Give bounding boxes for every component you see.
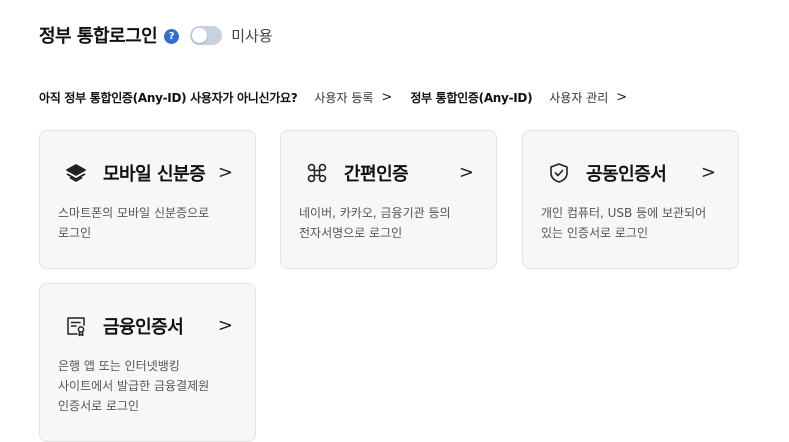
chevron-right-icon: >	[616, 89, 628, 105]
card-description: 은행 앱 또는 인터넷뱅킹 사이트에서 발급한 금융결제원 인증서로 로그인	[58, 359, 210, 413]
page-title: 정부 통합로그인	[39, 26, 158, 47]
simple-auth-card[interactable]: 간편인증 > 네이버, 카카오, 금융기관 등의 전자서명으로 로그인	[280, 130, 497, 269]
financial-certificate-card[interactable]: 금융인증서 > 은행 앱 또는 인터넷뱅킹 사이트에서 발급한 금융결제원 인증…	[39, 283, 256, 442]
card-description: 스마트폰의 모바일 신분증으로 로그인	[58, 206, 210, 240]
chevron-right-icon: >	[381, 89, 393, 105]
chevron-right-icon: >	[458, 162, 474, 183]
toggle-label: 미사용	[231, 26, 273, 45]
layers-icon	[64, 161, 88, 185]
chevron-right-icon: >	[217, 162, 233, 183]
card-description: 네이버, 카카오, 금융기관 등의 전자서명으로 로그인	[299, 206, 451, 240]
card-description: 개인 컴퓨터, USB 등에 보관되어 있는 인증서로 로그인	[541, 206, 707, 240]
card-title: 금융인증서	[103, 317, 184, 338]
card-title: 공동인증서	[586, 164, 667, 185]
command-icon	[305, 161, 329, 185]
chevron-right-icon: >	[217, 315, 233, 336]
card-title: 모바일 신분증	[103, 164, 206, 185]
any-id-link-bar: 아직 정부 통합인증(Any-ID) 사용자가 아니신가요? 사용자 등록 > …	[39, 87, 627, 107]
login-header: 정부 통합로그인 ? 미사용	[39, 22, 273, 48]
manage-user-link[interactable]: 사용자 관리 >	[549, 89, 627, 106]
not-registered-question: 아직 정부 통합인증(Any-ID) 사용자가 아니신가요?	[39, 90, 298, 105]
shield-check-icon	[547, 161, 571, 185]
any-id-label: 정부 통합인증(Any-ID)	[410, 90, 533, 105]
help-icon[interactable]: ?	[164, 28, 180, 44]
integrated-login-toggle[interactable]	[190, 25, 223, 45]
register-user-link[interactable]: 사용자 등록 >	[314, 89, 392, 106]
joint-certificate-card[interactable]: 공동인증서 > 개인 컴퓨터, USB 등에 보관되어 있는 인증서로 로그인	[522, 130, 739, 269]
certificate-icon	[64, 314, 88, 338]
register-user-label: 사용자 등록	[314, 90, 374, 105]
mobile-id-card[interactable]: 모바일 신분증 > 스마트폰의 모바일 신분증으로 로그인	[39, 130, 256, 269]
card-title: 간편인증	[344, 164, 409, 185]
toggle-knob	[192, 27, 208, 43]
manage-user-label: 사용자 관리	[549, 90, 609, 105]
chevron-right-icon: >	[700, 162, 716, 183]
